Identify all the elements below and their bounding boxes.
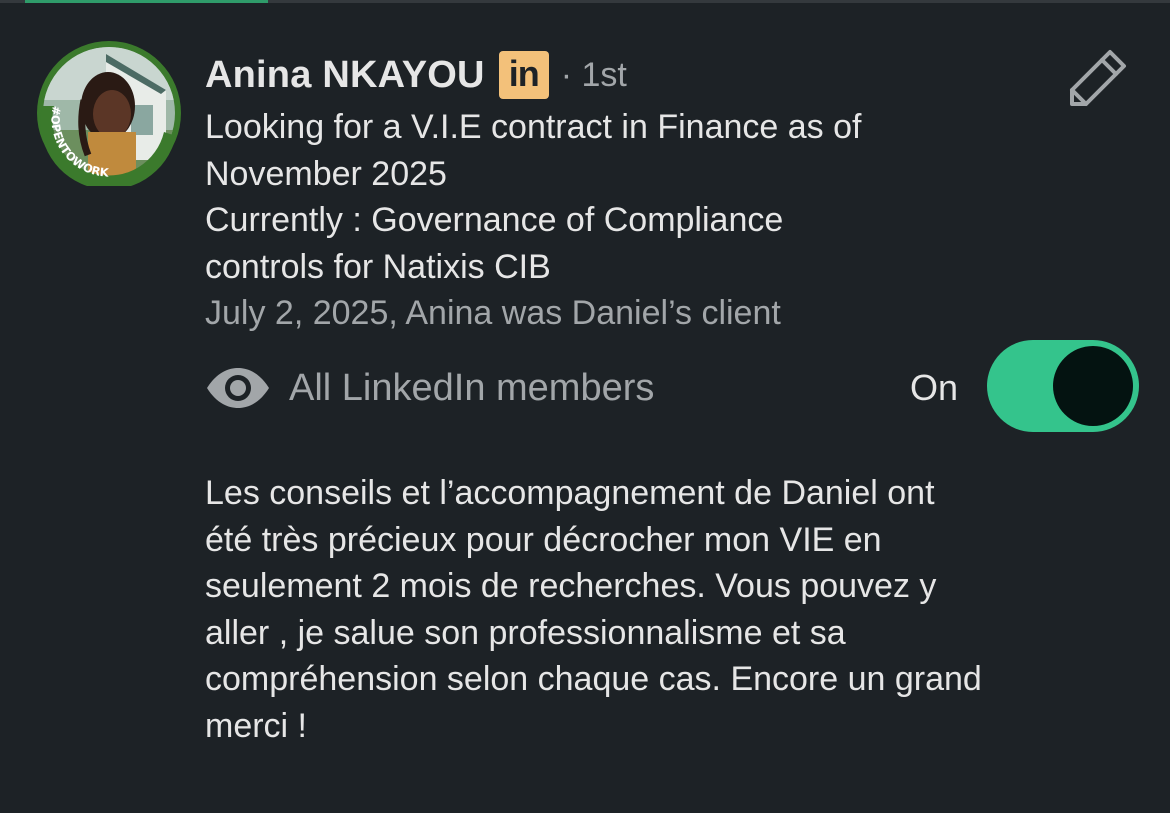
recommendation-line: Les conseils et l’accompagnement de Dani… — [205, 474, 935, 512]
headline-line: controls for Natixis CIB — [205, 247, 551, 286]
recommendation-line: merci ! — [205, 706, 307, 745]
headline-line: Currently : Governance of Compliance — [205, 201, 784, 239]
connection-degree: · 1st — [560, 55, 627, 94]
avatar[interactable]: #OPENTOWORK — [36, 40, 182, 186]
profile-headline: Looking for a V.I.E contract in Finance … — [205, 104, 1025, 290]
recommendation-line: compréhension selon chaque cas. Encore u… — [205, 660, 982, 698]
recommendation-card: #OPENTOWORK Anina NKAYOU in · 1st Lookin… — [0, 0, 1170, 813]
visibility-toggle[interactable] — [987, 340, 1139, 432]
linkedin-badge-text: in — [508, 53, 540, 94]
linkedin-icon: in — [498, 51, 549, 99]
recommendation-text: Les conseils et l’accompagnement de Dani… — [205, 470, 1145, 749]
recommendation-line: été très précieux pour décrocher mon VIE… — [205, 520, 882, 559]
toggle-knob — [1053, 346, 1133, 426]
avatar-image: #OPENTOWORK — [37, 41, 181, 186]
pencil-icon[interactable] — [1066, 46, 1130, 110]
name-row: Anina NKAYOU in · 1st — [205, 50, 627, 100]
headline-line: November 2025 — [205, 154, 447, 193]
headline-line: Looking for a V.I.E contract in Finance … — [205, 108, 862, 146]
eye-icon — [207, 368, 269, 408]
recommendation-line: seulement 2 mois de recherches. Vous pou… — [205, 567, 937, 605]
recommendation-line: aller , je salue son professionnalisme e… — [205, 613, 846, 652]
profile-name[interactable]: Anina NKAYOU — [205, 54, 485, 97]
visibility-setting[interactable]: All LinkedIn members — [205, 362, 654, 414]
toggle-status-label: On — [910, 367, 959, 408]
visibility-label: All LinkedIn members — [289, 366, 655, 409]
active-tab-indicator — [25, 0, 268, 3]
recommendation-meta: July 2, 2025, Anina was Daniel’s client — [205, 294, 781, 332]
